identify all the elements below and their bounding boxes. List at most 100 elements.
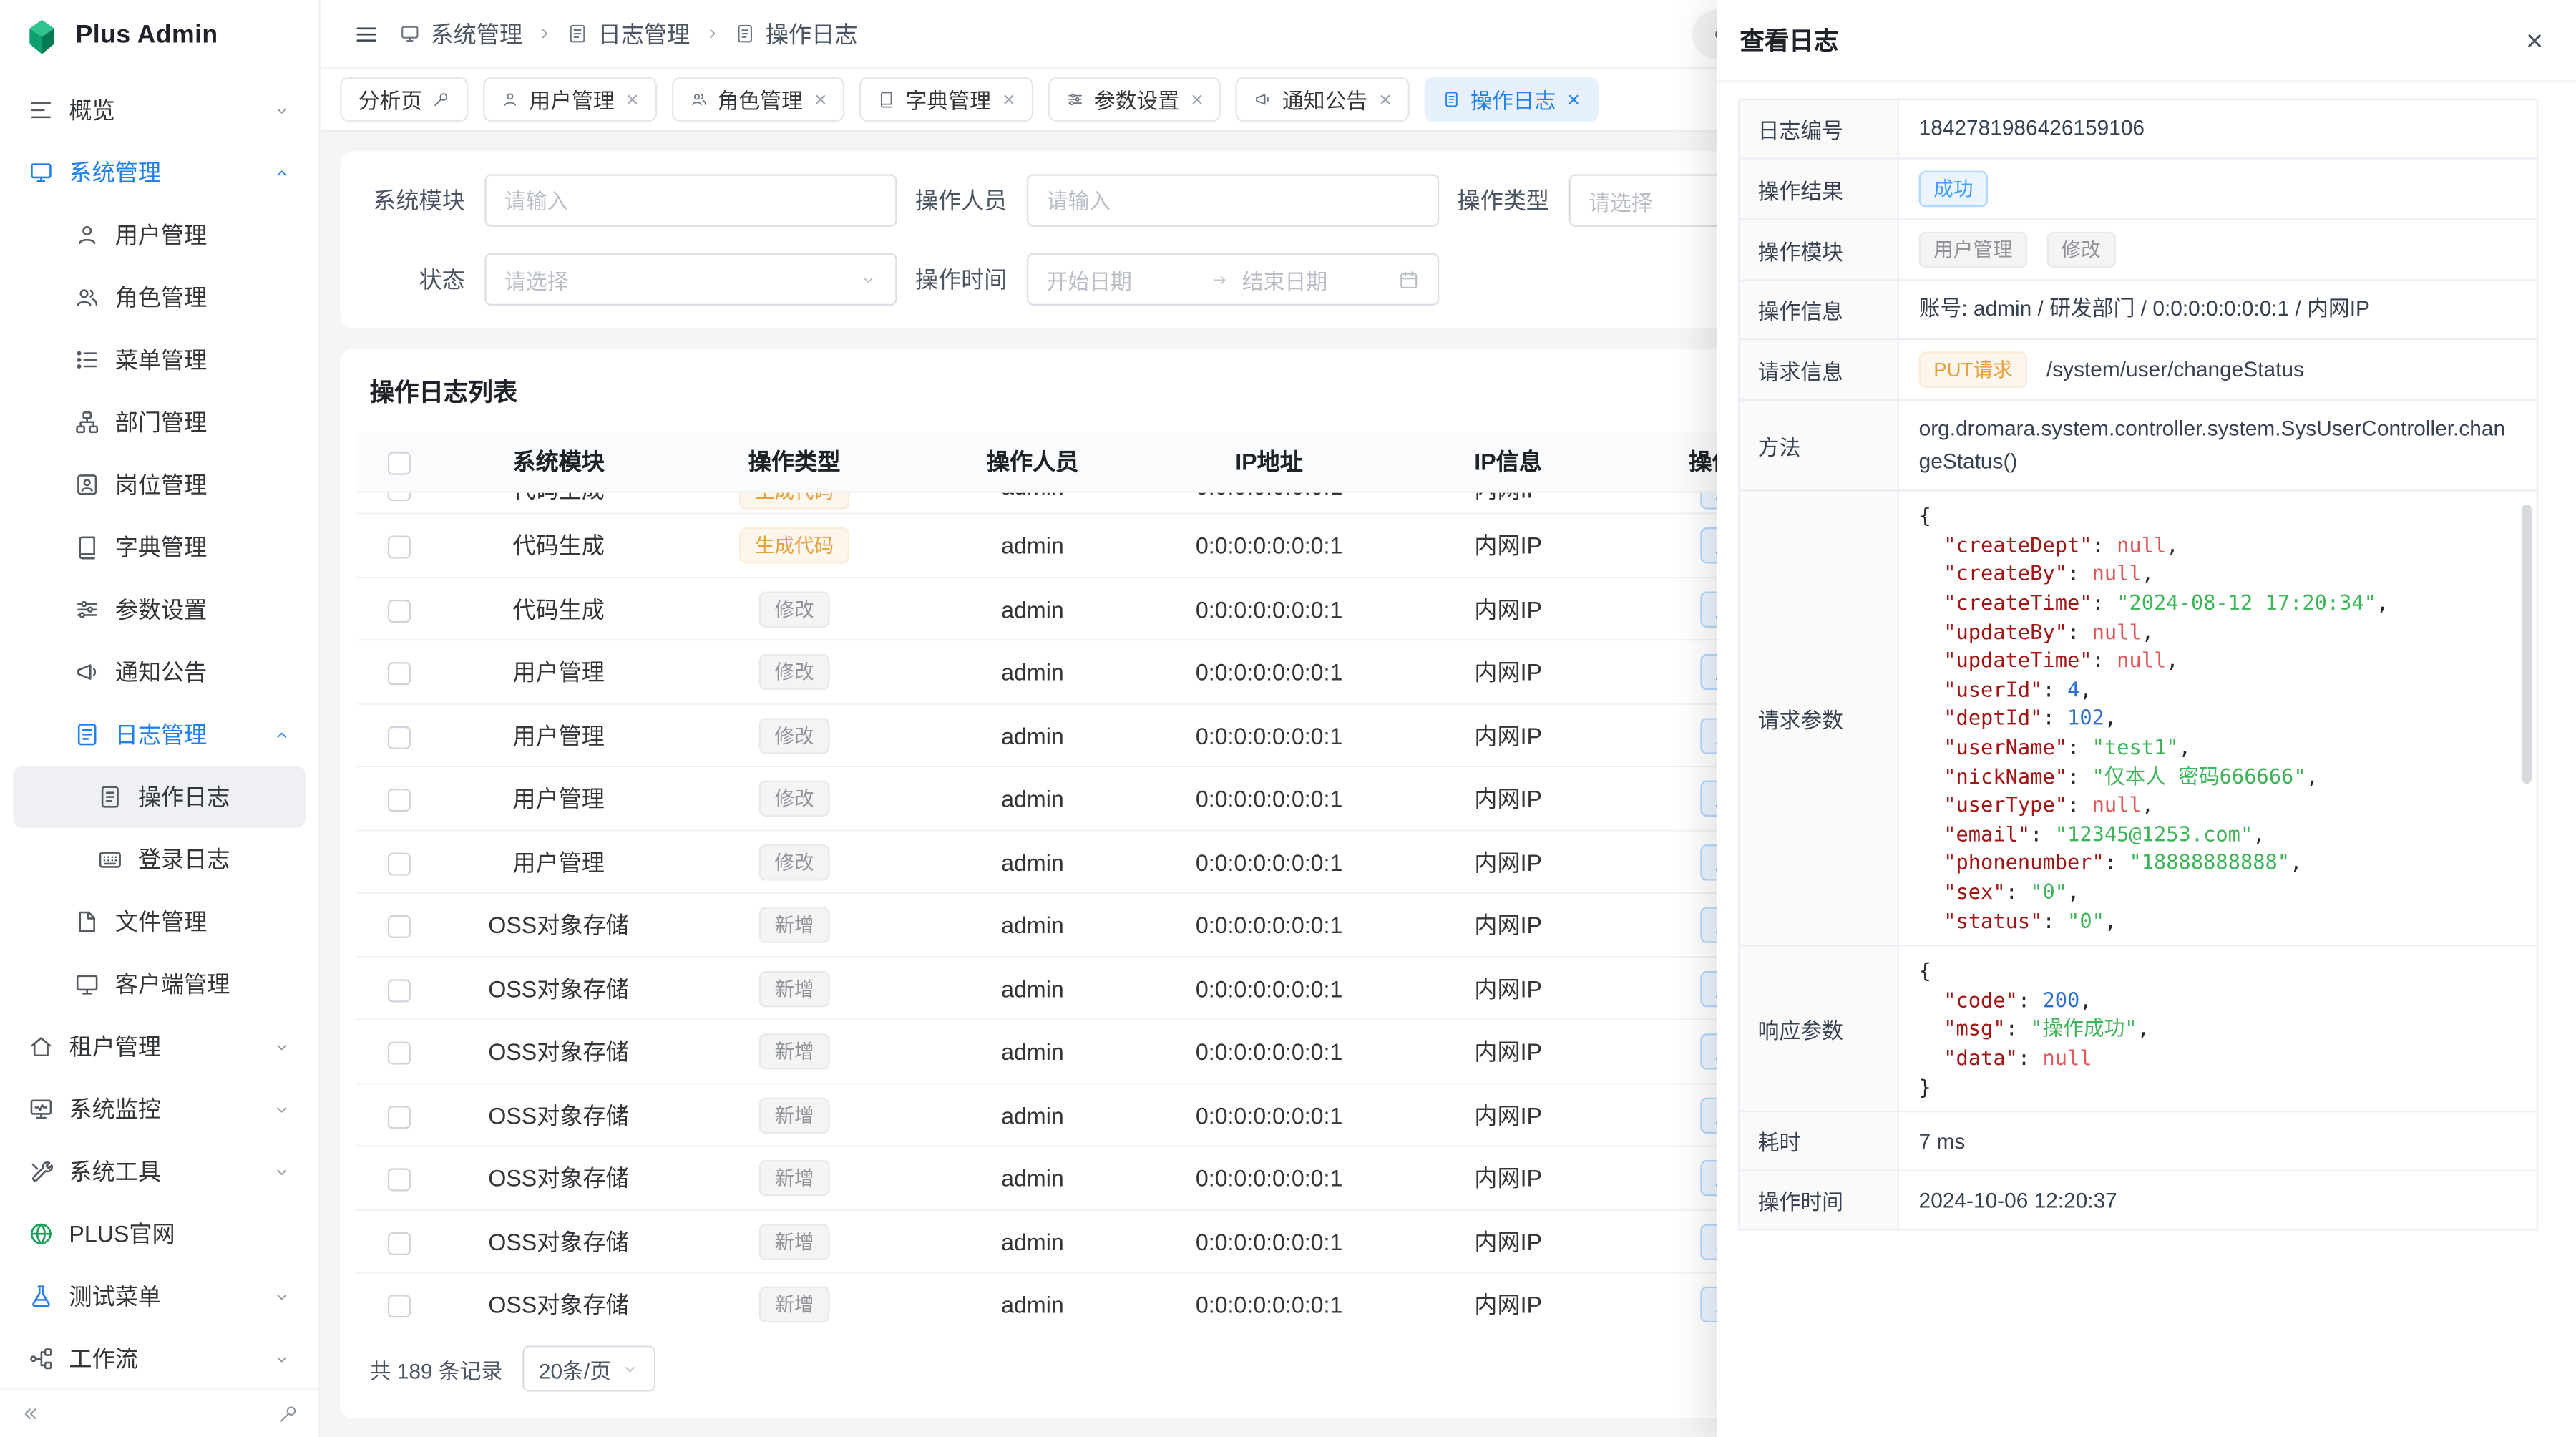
detail-label-result: 操作结果 [1739, 159, 1898, 220]
chevron-down-icon [273, 1038, 291, 1056]
sidebar-item-test-menu[interactable]: 测试菜单 [13, 1265, 306, 1328]
cell-ip-info: 内网IP [1387, 846, 1630, 879]
row-checkbox[interactable] [388, 789, 411, 812]
status-select[interactable]: 请选择 [484, 253, 897, 306]
sidebar-item-user-mgmt[interactable]: 用户管理 [13, 204, 306, 266]
date-range-picker[interactable]: 开始日期 结束日期 [1027, 253, 1439, 306]
operator-input[interactable] [1027, 174, 1439, 226]
row-checkbox[interactable] [388, 494, 411, 501]
page-size-select[interactable]: 20条/页 [522, 1345, 655, 1391]
sidebar-menu: 概览 系统管理 用户管理 角色管理 菜单管理 部门管理 [0, 72, 318, 1388]
cell-ip-info: 内网IP [1387, 909, 1630, 942]
row-checkbox[interactable] [388, 599, 411, 622]
sidebar-item-client-mgmt[interactable]: 客户端管理 [13, 953, 306, 1015]
sidebar-footer [0, 1388, 318, 1437]
cell-ip-info: 内网IP [1387, 494, 1630, 507]
brand[interactable]: Plus Admin [0, 0, 318, 72]
sliders-icon [74, 596, 100, 623]
chevron-up-icon [273, 726, 291, 744]
sidebar-item-param-settings[interactable]: 参数设置 [13, 578, 306, 640]
tab-user-mgmt[interactable]: 用户管理 × [483, 77, 656, 122]
row-checkbox[interactable] [388, 979, 411, 1002]
select-all-checkbox[interactable] [388, 452, 411, 475]
sidebar-item-post-mgmt[interactable]: 岗位管理 [13, 454, 306, 516]
sidebar-item-log-mgmt[interactable]: 日志管理 [13, 703, 306, 766]
row-checkbox[interactable] [388, 1106, 411, 1129]
request-url: /system/user/changeStatus [2046, 356, 2304, 381]
sidebar-item-role-mgmt[interactable]: 角色管理 [13, 266, 306, 328]
chevron-down-icon [621, 1360, 639, 1378]
chevron-down-icon [273, 101, 291, 119]
breadcrumb-item-log-mgmt[interactable]: 日志管理 [567, 17, 690, 50]
close-icon[interactable]: × [2526, 26, 2543, 55]
close-tab-icon[interactable]: × [1379, 89, 1391, 110]
pin-sidebar-icon[interactable] [278, 1403, 299, 1425]
sliders-icon [1066, 90, 1084, 108]
sidebar-item-notice[interactable]: 通知公告 [13, 640, 306, 703]
sidebar-item-file-mgmt[interactable]: 文件管理 [13, 890, 306, 953]
collapse-sidebar-icon[interactable] [20, 1403, 42, 1425]
breadcrumb-item-operation-log[interactable]: 操作日志 [734, 17, 857, 50]
chevron-down-icon [273, 1162, 291, 1180]
sidebar-item-workflow[interactable]: 工作流 [13, 1328, 306, 1388]
close-tab-icon[interactable]: × [1191, 89, 1203, 110]
cell-operator: admin [914, 722, 1152, 749]
row-checkbox[interactable] [388, 663, 411, 686]
row-checkbox[interactable] [388, 1169, 411, 1192]
dashboard-icon [28, 97, 54, 123]
row-checkbox[interactable] [388, 852, 411, 875]
sidebar-item-system-mgmt[interactable]: 系统管理 [13, 141, 306, 203]
screen: Plus Admin 概览 系统管理 用户管理 角色管理 [0, 0, 2576, 1437]
cell-operator: admin [914, 912, 1152, 938]
cell-module: 用户管理 [442, 846, 675, 879]
sidebar-item-system-monitor[interactable]: 系统监控 [13, 1078, 306, 1140]
sidebar-item-dict-mgmt[interactable]: 字典管理 [13, 516, 306, 578]
close-tab-icon[interactable]: × [626, 89, 638, 110]
operation-type-tag: 新增 [760, 907, 829, 944]
request-params-json[interactable]: { "createDept": null, "createBy": null, … [1919, 502, 2520, 935]
sidebar-item-overview[interactable]: 概览 [13, 79, 306, 141]
sidebar-item-dept-mgmt[interactable]: 部门管理 [13, 391, 306, 453]
row-checkbox[interactable] [388, 1042, 411, 1065]
row-checkbox[interactable] [388, 1232, 411, 1255]
system-module-input[interactable] [484, 174, 897, 226]
sidebar-item-operation-log[interactable]: 操作日志 [13, 766, 306, 828]
close-tab-icon[interactable]: × [814, 89, 826, 110]
pin-icon[interactable] [432, 90, 450, 108]
tab-operation-log[interactable]: 操作日志 × [1425, 77, 1598, 122]
cell-module: OSS对象存储 [442, 1036, 675, 1068]
scrollbar-thumb[interactable] [2522, 505, 2532, 784]
cell-ip-info: 内网IP [1387, 1225, 1630, 1258]
tab-dict-mgmt[interactable]: 字典管理 × [859, 77, 1033, 122]
row-checkbox[interactable] [388, 1295, 411, 1318]
sidebar-item-login-log[interactable]: 登录日志 [13, 828, 306, 890]
tab-param-settings[interactable]: 参数设置 × [1048, 77, 1221, 122]
filter-label: 操作人员 [909, 184, 1008, 217]
tab-analysis[interactable]: 分析页 [340, 77, 468, 122]
cell-module: 用户管理 [442, 719, 675, 752]
sidebar-item-menu-mgmt[interactable]: 菜单管理 [13, 328, 306, 391]
operation-type-tag: 新增 [760, 1287, 829, 1322]
close-tab-icon[interactable]: × [1567, 89, 1579, 110]
cell-module: OSS对象存储 [442, 909, 675, 942]
close-tab-icon[interactable]: × [1002, 89, 1015, 110]
cell-ip-info: 内网IP [1387, 782, 1630, 815]
hamburger-menu-icon[interactable] [353, 21, 380, 47]
breadcrumb-item-system-mgmt[interactable]: 系统管理 [399, 17, 522, 50]
tab-role-mgmt[interactable]: 角色管理 × [671, 77, 844, 122]
view-log-drawer: 查看日志 × 日志编号 1842781986426159106 操作结果 成功 … [1717, 0, 2576, 1437]
tab-notice[interactable]: 通知公告 × [1236, 77, 1410, 122]
filter-label: 操作时间 [909, 263, 1008, 296]
row-checkbox[interactable] [388, 726, 411, 749]
drawer-body: 日志编号 1842781986426159106 操作结果 成功 操作模块 用户… [1717, 82, 2576, 1231]
brand-name: Plus Admin [76, 21, 218, 51]
row-checkbox[interactable] [388, 915, 411, 938]
sidebar-item-system-tools[interactable]: 系统工具 [13, 1140, 306, 1202]
operation-type-tag: 新增 [760, 970, 829, 1007]
row-checkbox[interactable] [388, 536, 411, 559]
sidebar-item-plus-website[interactable]: PLUS官网 [13, 1203, 306, 1265]
sidebar-item-tenant-mgmt[interactable]: 租户管理 [13, 1015, 306, 1078]
cell-operator: admin [914, 1228, 1152, 1255]
detail-label-info: 操作信息 [1739, 280, 1898, 339]
detail-label-module: 操作模块 [1739, 220, 1898, 281]
